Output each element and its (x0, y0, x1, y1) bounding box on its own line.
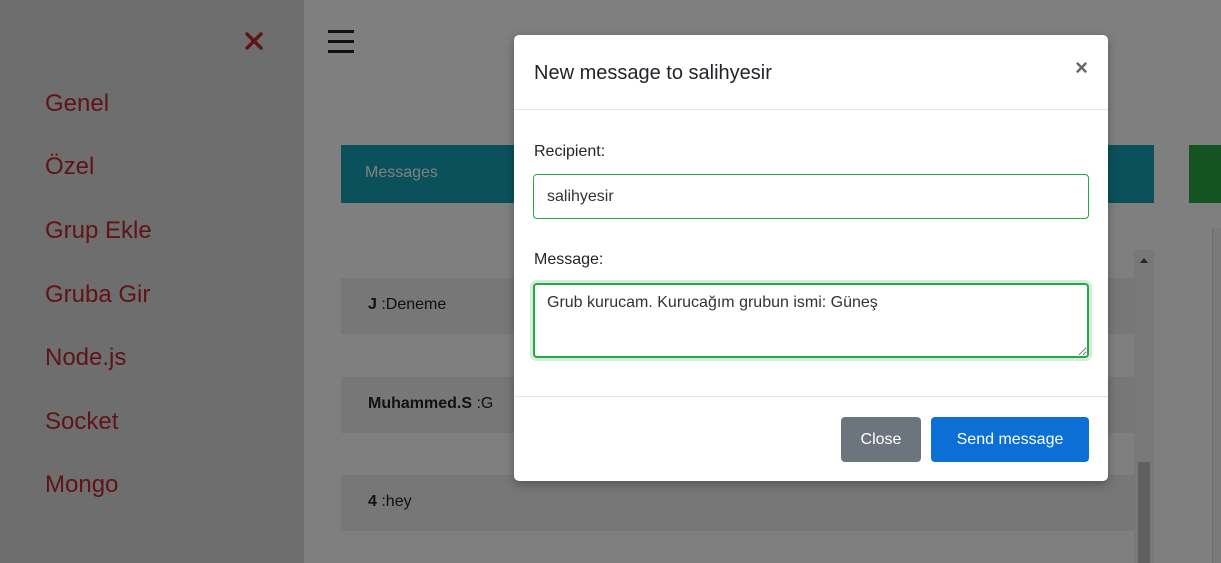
send-message-button[interactable]: Send message (931, 417, 1089, 462)
modal-footer: Close Send message (514, 397, 1108, 480)
close-button[interactable]: Close (841, 417, 921, 462)
modal-header: New message to salihyesir × (514, 35, 1108, 110)
message-label: Message: (534, 251, 604, 268)
message-textarea[interactable]: Grub kurucam. Kurucağım grubun ismi: Gün… (533, 283, 1089, 358)
recipient-input[interactable] (533, 174, 1089, 219)
modal-body: Recipient: Message: Grub kurucam. Kuruca… (514, 110, 1108, 397)
modal-close-icon[interactable]: × (1075, 57, 1088, 79)
recipient-label: Recipient: (534, 143, 606, 160)
new-message-modal: New message to salihyesir × Recipient: M… (514, 35, 1108, 481)
modal-title: New message to salihyesir (534, 62, 772, 84)
